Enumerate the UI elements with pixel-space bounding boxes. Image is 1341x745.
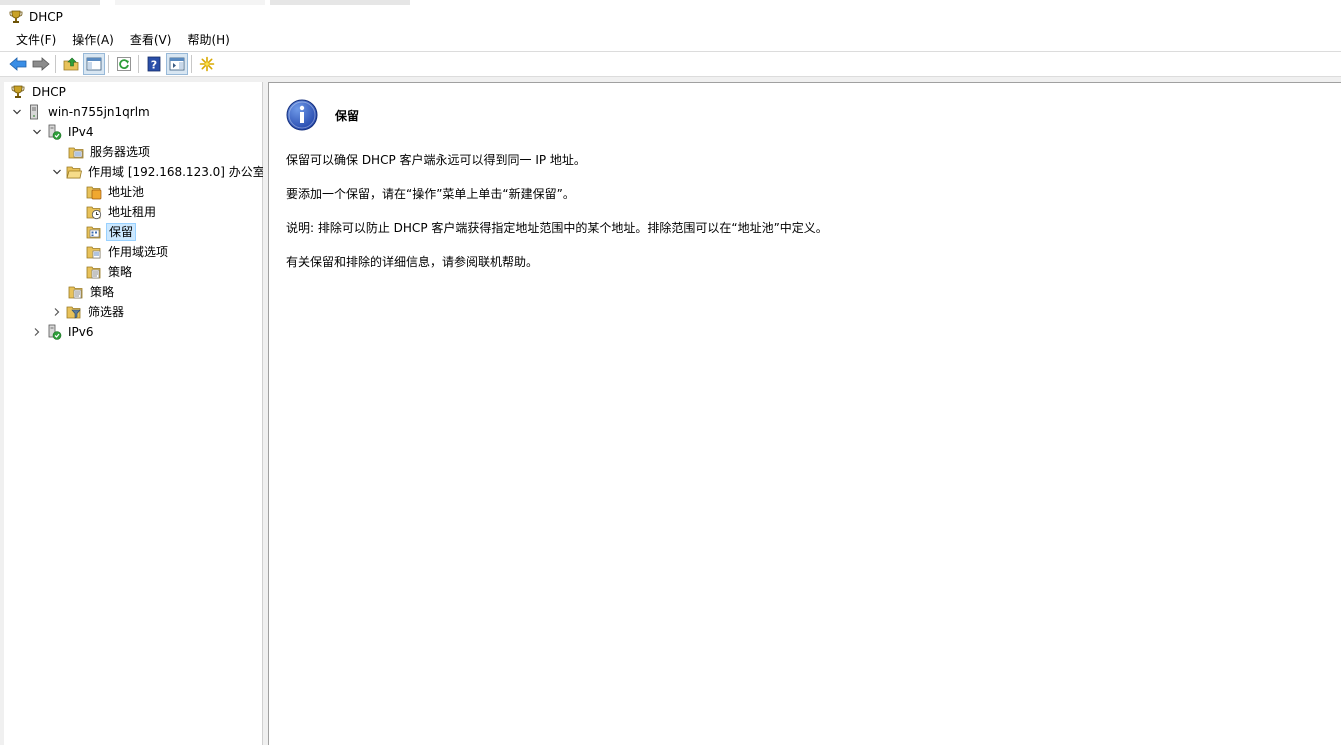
info-paragraph-2: 要添加一个保留，请在“操作”菜单上单击“新建保留”。 xyxy=(286,187,575,201)
chevron-right-icon[interactable] xyxy=(30,325,44,339)
show-hide-console-tree-button[interactable] xyxy=(83,53,105,75)
tree-node-server-options[interactable]: 服务器选项 xyxy=(52,143,152,161)
info-paragraph-1: 保留可以确保 DHCP 客户端永远可以得到同一 IP 地址。 xyxy=(286,153,586,167)
policies-icon xyxy=(68,286,83,299)
tree-node-address-pool[interactable]: 地址池 xyxy=(70,183,146,201)
tree-node-server[interactable]: win-n755jn1qrlm xyxy=(10,103,152,121)
tree-node-ipv4[interactable]: IPv4 xyxy=(30,123,96,141)
console-tree-icon xyxy=(86,57,102,71)
scope-options-icon xyxy=(86,246,101,259)
toolbar-separator xyxy=(138,55,139,73)
toolbar-separator xyxy=(55,55,56,73)
tree-label: 作用域 [192.168.123.0] 办公室 xyxy=(88,165,265,179)
tree-label: 地址池 xyxy=(108,185,145,199)
up-button[interactable] xyxy=(60,53,82,75)
server-icon xyxy=(30,104,38,120)
chevron-down-icon[interactable] xyxy=(30,125,44,139)
menu-view[interactable]: 查看(V) xyxy=(122,30,180,50)
ipv4-server-check-icon xyxy=(48,124,62,140)
info-paragraph-3: 说明: 排除可以防止 DHCP 客户端获得指定地址范围中的某个地址。排除范围可以… xyxy=(286,221,828,235)
forward-button[interactable] xyxy=(30,53,52,75)
address-pool-icon xyxy=(86,186,102,200)
server-options-icon xyxy=(68,147,84,159)
dhcp-trophy-icon xyxy=(11,85,25,98)
tree-node-ipv6[interactable]: IPv6 xyxy=(30,323,96,341)
action-pane-icon xyxy=(169,57,185,71)
tree-label: 保留 xyxy=(106,223,137,241)
info-icon xyxy=(286,99,318,131)
title-bar: DHCP xyxy=(0,5,1341,29)
tree-label: IPv4 xyxy=(68,125,94,139)
svg-text:?: ? xyxy=(151,59,157,72)
refresh-button[interactable] xyxy=(113,53,135,75)
tree-label: 服务器选项 xyxy=(90,145,151,159)
tree-label: 策略 xyxy=(108,265,133,279)
ipv6-server-check-icon xyxy=(48,324,62,340)
toolbar: ? xyxy=(0,51,1341,77)
tree-label: 作用域选项 xyxy=(108,245,169,259)
info-header: 保留 xyxy=(286,99,359,131)
menu-action[interactable]: 操作(A) xyxy=(64,30,122,50)
tree-label: 策略 xyxy=(90,285,115,299)
new-button[interactable] xyxy=(196,53,218,75)
tree-label: win-n755jn1qrlm xyxy=(48,105,150,119)
tree-node-reservations[interactable]: 保留 xyxy=(70,223,137,241)
toolbar-separator xyxy=(191,55,192,73)
dhcp-trophy-icon xyxy=(9,10,23,23)
chevron-right-icon[interactable] xyxy=(50,305,64,319)
back-button[interactable] xyxy=(7,53,29,75)
folder-up-icon xyxy=(63,57,79,71)
policies-icon xyxy=(86,266,101,279)
help-icon: ? xyxy=(147,56,161,72)
tree-node-policies[interactable]: 策略 xyxy=(52,283,116,301)
refresh-icon xyxy=(117,57,131,71)
menu-file[interactable]: 文件(F) xyxy=(8,30,64,50)
chevron-down-icon[interactable] xyxy=(10,105,24,119)
tree-node-address-leases[interactable]: 地址租用 xyxy=(70,203,158,221)
tree-node-scope-options[interactable]: 作用域选项 xyxy=(70,243,170,261)
arrow-left-icon xyxy=(9,57,27,71)
reservations-icon xyxy=(86,226,101,239)
address-leases-icon xyxy=(86,206,102,220)
tree-node-dhcp[interactable]: DHCP xyxy=(8,83,68,101)
tree-label: 筛选器 xyxy=(88,305,125,319)
tree-label: 地址租用 xyxy=(108,205,157,219)
toolbar-separator xyxy=(108,55,109,73)
content-title: 保留 xyxy=(335,108,360,123)
tree-node-filters[interactable]: 筛选器 xyxy=(50,303,126,321)
tree-label: DHCP xyxy=(32,85,66,99)
menu-bar: 文件(F) 操作(A) 查看(V) 帮助(H) xyxy=(0,29,1341,51)
arrow-right-icon xyxy=(32,57,50,71)
tree-label: IPv6 xyxy=(68,325,94,339)
window-title: DHCP xyxy=(29,10,63,24)
console-tree-pane: DHCP win-n755jn1qrlm IPv4 服务器选项 作用域 [192… xyxy=(4,82,265,745)
chevron-down-icon[interactable] xyxy=(50,165,64,179)
result-pane: 保留 保留可以确保 DHCP 客户端永远可以得到同一 IP 地址。 要添加一个保… xyxy=(268,82,1341,745)
tree-node-scope[interactable]: 作用域 [192.168.123.0] 办公室 xyxy=(50,163,267,181)
info-paragraph-4: 有关保留和排除的详细信息，请参阅联机帮助。 xyxy=(286,255,539,269)
help-button[interactable]: ? xyxy=(143,53,165,75)
filters-icon xyxy=(66,306,81,319)
tree-node-scope-policies[interactable]: 策略 xyxy=(70,263,134,281)
menu-help[interactable]: 帮助(H) xyxy=(179,30,237,50)
show-action-pane-button[interactable] xyxy=(166,53,188,75)
star-new-icon xyxy=(199,56,215,72)
folder-open-icon xyxy=(66,166,82,179)
